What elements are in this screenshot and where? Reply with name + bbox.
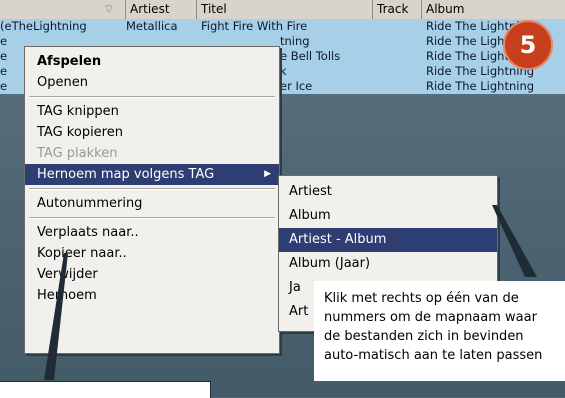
callout-box: Klik met rechts op één van de nummers om… (314, 281, 565, 381)
callout-box-partial (0, 381, 211, 398)
callout-pointer-right (492, 205, 537, 277)
callout-pointer-left (44, 253, 68, 380)
step-badge: 5 (503, 20, 553, 70)
callout-text: Klik met rechts op één van de nummers om… (324, 291, 543, 363)
step-badge-number: 5 (519, 31, 537, 59)
